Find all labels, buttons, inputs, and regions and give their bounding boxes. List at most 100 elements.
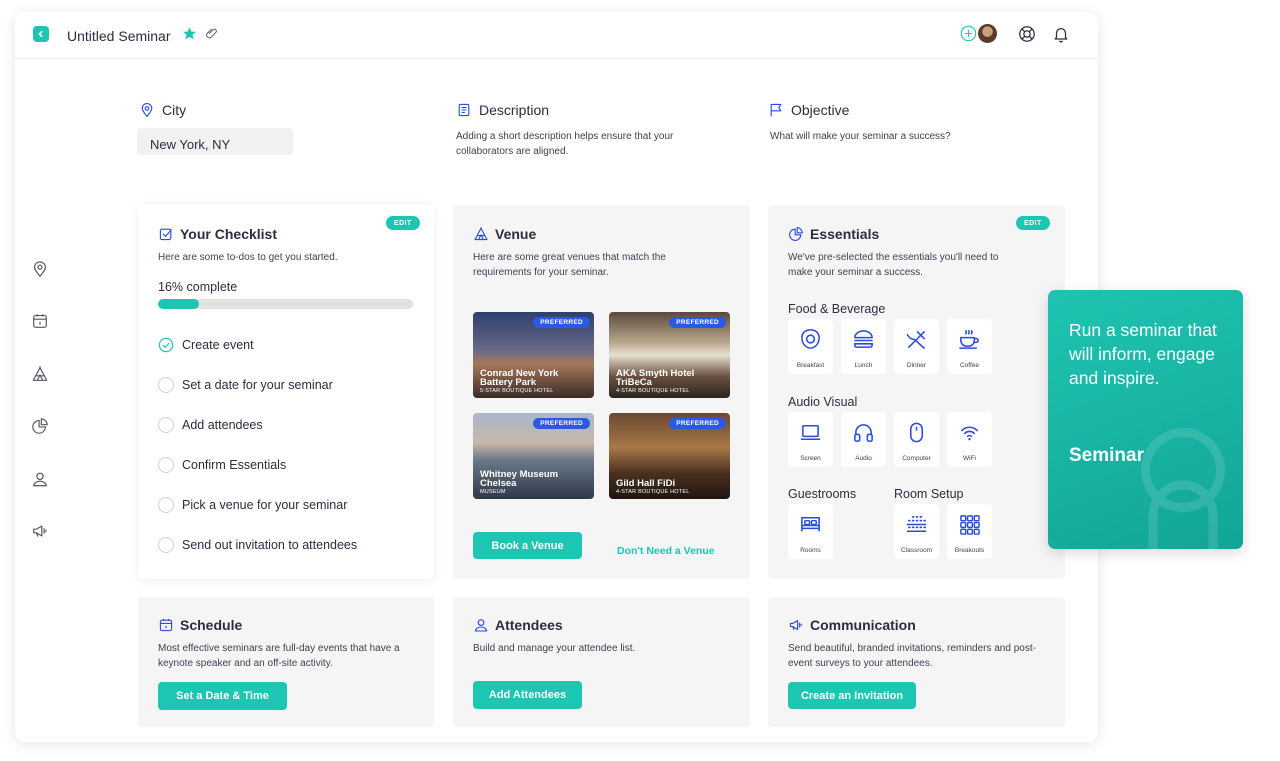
bell-icon[interactable] bbox=[1052, 25, 1070, 43]
calendar-icon bbox=[159, 619, 173, 632]
tile-label: Screen bbox=[800, 455, 821, 462]
tile-label: Classroom bbox=[900, 547, 933, 554]
progress-label: 16% complete bbox=[158, 280, 238, 294]
checklist-title-text: Your Checklist bbox=[180, 226, 277, 242]
checklist-task[interactable]: Add attendees bbox=[158, 417, 263, 433]
checklist-edit-button[interactable]: EDIT bbox=[386, 216, 420, 230]
av-heading: Audio Visual bbox=[788, 395, 858, 409]
task-label: Confirm Essentials bbox=[182, 458, 287, 472]
task-label: Create event bbox=[182, 338, 254, 352]
breakouts-grid-icon bbox=[960, 515, 980, 535]
wifi-icon bbox=[961, 426, 978, 441]
classroom-rows-icon bbox=[906, 515, 927, 532]
empty-circle-icon bbox=[158, 497, 174, 513]
essentials-title: Essentials bbox=[788, 226, 879, 242]
tile-label: Lunch bbox=[854, 362, 873, 369]
attendees-title-text: Attendees bbox=[495, 617, 563, 633]
avatar[interactable] bbox=[978, 24, 997, 43]
essential-tile-dinner[interactable]: Dinner bbox=[894, 319, 939, 374]
venue-tent-icon[interactable] bbox=[31, 365, 49, 383]
city-input[interactable]: New York, NY bbox=[137, 128, 293, 155]
essential-tile-lunch[interactable]: Lunch bbox=[841, 319, 886, 374]
add-attendees-button[interactable]: Add Attendees bbox=[473, 681, 582, 709]
paperclip-icon[interactable] bbox=[205, 27, 218, 40]
check-circle-icon bbox=[158, 337, 174, 353]
tile-label: Dinner bbox=[906, 362, 927, 369]
essential-tile-screen[interactable]: Screen bbox=[788, 412, 833, 467]
skip-venue-link[interactable]: Don't Need a Venue bbox=[617, 545, 715, 557]
checklist-task[interactable]: Send out invitation to attendees bbox=[158, 537, 357, 553]
objective-label: Objective bbox=[768, 102, 849, 118]
essential-tile-rooms[interactable]: Rooms bbox=[788, 504, 833, 559]
essential-tile-audio[interactable]: Audio bbox=[841, 412, 886, 467]
set-date-button[interactable]: Set a Date & Time bbox=[158, 682, 287, 710]
help-lifebuoy-icon[interactable] bbox=[1018, 25, 1036, 43]
venue-tile[interactable]: PREFERRED AKA Smyth Hotel TriBeCa 4-STAR… bbox=[609, 312, 730, 398]
book-venue-button[interactable]: Book a Venue bbox=[473, 532, 582, 559]
attendees-person-icon[interactable] bbox=[31, 470, 49, 488]
add-collaborator-icon[interactable] bbox=[960, 25, 977, 42]
venue-card: Venue Here are some great venues that ma… bbox=[453, 205, 750, 579]
schedule-subtitle: Most effective seminars are full-day eve… bbox=[158, 643, 400, 669]
venue-subtitle: Here are some great venues that match th… bbox=[473, 252, 666, 278]
app-window: Untitled Seminar City New York, NY Descr… bbox=[15, 12, 1098, 742]
tile-label: Breakfast bbox=[796, 362, 825, 369]
decorative-figure-icon bbox=[1141, 428, 1225, 549]
preferred-badge: PREFERRED bbox=[533, 317, 590, 328]
essentials-subtitle: We've pre-selected the essentials you'll… bbox=[788, 252, 999, 278]
location-pin-icon[interactable] bbox=[31, 260, 49, 278]
checklist-task[interactable]: Create event bbox=[158, 337, 254, 353]
attendees-subtitle: Build and manage your attendee list. bbox=[473, 643, 636, 654]
checklist-task[interactable]: Confirm Essentials bbox=[158, 457, 286, 473]
location-pin-icon bbox=[141, 103, 153, 118]
back-button[interactable] bbox=[33, 26, 49, 42]
preferred-badge: PREFERRED bbox=[669, 317, 726, 328]
empty-circle-icon bbox=[158, 377, 174, 393]
chevron-left-icon bbox=[38, 30, 43, 38]
venue-type: 4-STAR BOUTIQUE HOTEL bbox=[616, 388, 690, 394]
flag-icon bbox=[770, 103, 782, 117]
attendees-card: Attendees Build and manage your attendee… bbox=[453, 597, 750, 727]
essentials-edit-button[interactable]: EDIT bbox=[1016, 216, 1050, 230]
objective-label-text[interactable]: Objective bbox=[791, 102, 849, 118]
task-label: Set a date for your seminar bbox=[182, 378, 333, 392]
rooms-bed-icon bbox=[801, 517, 820, 532]
tile-label: WiFi bbox=[963, 455, 976, 462]
tile-label: Breakouts bbox=[954, 547, 985, 554]
create-invitation-button[interactable]: Create an Invitation bbox=[788, 682, 916, 709]
essentials-pie-icon[interactable] bbox=[31, 417, 49, 435]
event-title[interactable]: Untitled Seminar bbox=[67, 28, 171, 44]
top-bar: Untitled Seminar bbox=[15, 12, 1098, 59]
essential-tile-coffee[interactable]: Coffee bbox=[947, 319, 992, 374]
checklist-task[interactable]: Set a date for your seminar bbox=[158, 377, 333, 393]
empty-circle-icon bbox=[158, 417, 174, 433]
essential-tile-computer[interactable]: Computer bbox=[894, 412, 939, 467]
city-label-text: City bbox=[162, 102, 187, 118]
checklist-task[interactable]: Pick a venue for your seminar bbox=[158, 497, 347, 513]
lunch-burger-icon bbox=[854, 330, 873, 348]
star-icon[interactable] bbox=[182, 26, 197, 41]
description-label-text[interactable]: Description bbox=[479, 102, 549, 118]
dinner-utensils-icon bbox=[906, 331, 925, 349]
checklist-title: Your Checklist bbox=[158, 226, 277, 242]
venue-name: AKA Smyth Hotel TriBeCa bbox=[616, 368, 695, 388]
tile-label: Computer bbox=[902, 455, 931, 462]
megaphone-icon bbox=[789, 620, 802, 630]
essential-tile-breakfast[interactable]: Breakfast bbox=[788, 319, 833, 374]
food-heading: Food & Beverage bbox=[788, 302, 886, 316]
promo-text: Run a seminar that will inform, engage a… bbox=[1069, 320, 1217, 388]
coffee-cup-icon bbox=[959, 330, 979, 349]
schedule-title-text: Schedule bbox=[180, 617, 243, 633]
essential-tile-classroom[interactable]: Classroom bbox=[894, 504, 939, 559]
tile-label: Coffee bbox=[959, 362, 980, 369]
empty-circle-icon bbox=[158, 537, 174, 553]
calendar-icon[interactable] bbox=[31, 312, 49, 330]
venue-tile[interactable]: PREFERRED Whitney Museum Chelsea MUSEUM bbox=[473, 413, 594, 499]
venue-tile[interactable]: PREFERRED Gild Hall FiDi 4-STAR BOUTIQUE… bbox=[609, 413, 730, 499]
communication-card: Communication Send beautiful, branded in… bbox=[768, 597, 1065, 727]
megaphone-icon[interactable] bbox=[31, 522, 49, 540]
essential-tile-wifi[interactable]: WiFi bbox=[947, 412, 992, 467]
essential-tile-breakouts[interactable]: Breakouts bbox=[947, 504, 992, 559]
venue-tile[interactable]: PREFERRED Conrad New York Battery Park 5… bbox=[473, 312, 594, 398]
preferred-badge: PREFERRED bbox=[533, 418, 590, 429]
